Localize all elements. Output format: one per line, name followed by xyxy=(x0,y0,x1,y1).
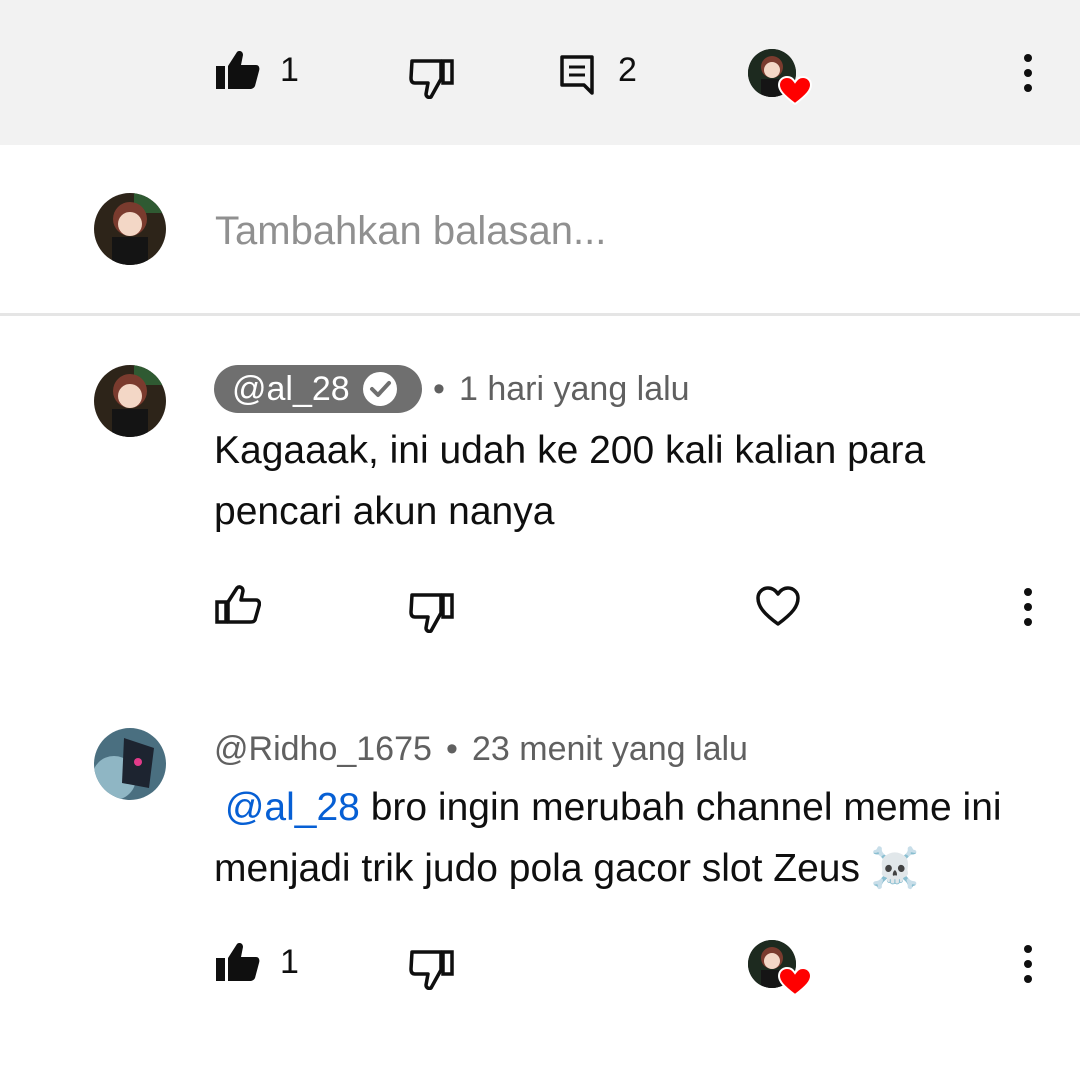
more-vert-icon[interactable] xyxy=(1018,587,1038,627)
thumbs-down-icon[interactable] xyxy=(409,57,455,99)
comment-text: @al_28 bro ingin merubah channel meme in… xyxy=(214,777,1054,899)
divider xyxy=(0,313,1080,316)
avatar[interactable] xyxy=(94,365,166,437)
thumbs-down-icon[interactable] xyxy=(409,948,455,990)
avatar[interactable] xyxy=(94,728,166,800)
more-vert-icon[interactable] xyxy=(1018,944,1038,984)
comment-time: 23 menit yang lalu xyxy=(472,730,748,768)
reply-icon[interactable] xyxy=(560,55,594,95)
verified-check-icon xyxy=(363,372,397,406)
comment-time: 1 hari yang lalu xyxy=(459,370,690,408)
reply-count: 2 xyxy=(618,51,637,89)
author-name: @al_28 xyxy=(232,370,350,408)
mention-link[interactable]: @al_28 xyxy=(225,786,360,829)
like-count: 1 xyxy=(280,943,299,981)
meta-separator: • xyxy=(433,370,445,408)
skull-emoji: ☠️ xyxy=(870,847,920,890)
current-user-avatar xyxy=(94,193,166,265)
parent-comment-action-bar: 1 2 xyxy=(0,0,1080,145)
more-vert-icon[interactable] xyxy=(1018,53,1038,93)
creator-heart-icon xyxy=(778,76,812,106)
thumbs-up-filled-icon[interactable] xyxy=(215,942,261,982)
like-count: 1 xyxy=(280,51,299,89)
author-name[interactable]: @Ridho_1675 xyxy=(214,725,432,773)
reply-input[interactable]: Tambahkan balasan... xyxy=(215,207,606,255)
thumbs-up-filled-icon[interactable] xyxy=(215,50,261,90)
thumbs-down-icon[interactable] xyxy=(409,591,455,633)
owner-author-badge[interactable]: @al_28 xyxy=(214,365,422,413)
meta-separator: • xyxy=(446,730,458,768)
heart-outline-icon[interactable] xyxy=(755,585,801,627)
comment-text: Kagaaak, ini udah ke 200 kali kalian par… xyxy=(214,429,926,533)
thumbs-up-outline-icon[interactable] xyxy=(215,585,261,625)
creator-heart-icon xyxy=(778,967,812,997)
